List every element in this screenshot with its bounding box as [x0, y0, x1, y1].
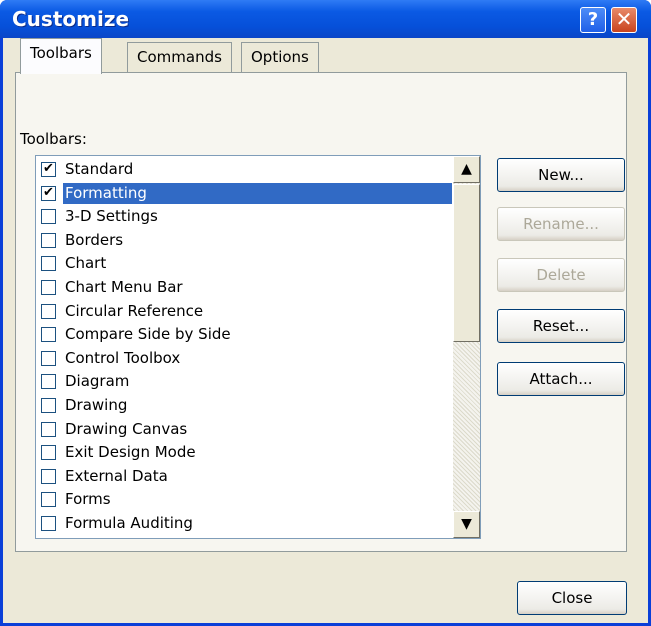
checkbox[interactable] — [41, 516, 56, 531]
list-item[interactable]: Borders — [39, 230, 450, 253]
list-item[interactable]: Diagram — [39, 371, 450, 394]
scroll-up-icon: ▲ — [461, 161, 472, 177]
list-item[interactable]: Control Toolbox — [39, 348, 450, 371]
checkbox[interactable] — [41, 232, 56, 248]
list-item[interactable]: Circular Reference — [39, 301, 450, 324]
tab-commands[interactable]: Commands — [127, 42, 232, 72]
attach-button[interactable]: Attach... — [497, 362, 625, 396]
toolbars-label: Toolbars: — [20, 130, 87, 148]
list-item-label: Chart Menu Bar — [65, 278, 183, 296]
list-item-label: Standard — [65, 160, 134, 178]
list-item-label: Borders — [65, 230, 124, 249]
toolbars-list[interactable]: ✔ Standard ✔ Formatting 3-D Settings Borders C… — [35, 155, 481, 539]
scroll-up-button[interactable]: ▲ — [453, 156, 480, 183]
checkbox[interactable]: ✔ — [41, 162, 56, 177]
list-item-label: Compare Side by Side — [65, 325, 231, 344]
list-item-label: Formatting — [63, 182, 452, 204]
scroll-down-icon: ▼ — [461, 516, 472, 532]
checkbox[interactable] — [41, 445, 56, 461]
list-item-label: 3-D Settings — [65, 207, 158, 226]
list-item[interactable]: External Data — [39, 466, 450, 489]
list-item[interactable]: ✔ Standard — [39, 159, 450, 182]
checkbox[interactable] — [41, 468, 56, 484]
list-item[interactable]: Exit Design Mode — [39, 442, 450, 465]
list-item-label: Drawing Canvas — [65, 419, 188, 438]
tab-toolbars[interactable]: Toolbars — [20, 38, 102, 74]
close-button[interactable]: Close — [517, 581, 627, 615]
list-item-label: Drawing — [65, 396, 128, 414]
checkmark-icon: ✔ — [43, 184, 54, 200]
checkbox[interactable] — [41, 350, 56, 366]
list-item[interactable]: Compare Side by Side — [39, 324, 450, 347]
list-item[interactable]: ✔ Formatting — [39, 182, 452, 206]
close-window-button[interactable]: ✕ — [611, 7, 637, 33]
reset-button[interactable]: Reset... — [497, 309, 625, 343]
checkbox[interactable]: ✔ — [41, 184, 56, 201]
checkbox[interactable] — [41, 398, 56, 413]
checkbox[interactable] — [41, 256, 56, 272]
list-item[interactable]: Forms — [39, 489, 450, 512]
list-item[interactable]: Drawing — [39, 395, 450, 418]
list-item[interactable]: 3-D Settings — [39, 206, 450, 229]
checkbox[interactable] — [41, 421, 56, 437]
list-item-label: Formula Auditing — [65, 514, 193, 532]
list-item[interactable]: Chart — [39, 253, 450, 276]
list-item[interactable]: Formula Auditing — [39, 513, 450, 536]
new-button[interactable]: New... — [497, 158, 625, 192]
list-item-label: Exit Design Mode — [65, 443, 196, 462]
list-item-label: Chart — [65, 254, 107, 273]
list-item-label: Diagram — [65, 372, 130, 391]
list-item[interactable]: Chart Menu Bar — [39, 277, 450, 300]
list-item-label: Control Toolbox — [65, 348, 181, 367]
checkbox[interactable] — [41, 303, 56, 319]
checkbox[interactable] — [41, 327, 56, 343]
help-button[interactable]: ? — [580, 7, 606, 33]
title-bar[interactable]: Customize ? ✕ — [0, 0, 651, 38]
rename-button[interactable]: Rename... — [497, 207, 625, 241]
checkmark-icon: ✔ — [43, 161, 54, 176]
customize-dialog: Customize ? ✕ Toolbars Commands Options … — [0, 0, 651, 626]
checkbox[interactable] — [41, 209, 56, 225]
list-item-label: Circular Reference — [65, 301, 204, 320]
checkbox[interactable] — [41, 280, 56, 295]
delete-button[interactable]: Delete — [497, 258, 625, 292]
scroll-thumb[interactable] — [453, 184, 480, 342]
checkbox[interactable] — [41, 374, 56, 390]
scroll-down-button[interactable]: ▼ — [453, 511, 480, 538]
list-item-label: Forms — [65, 490, 111, 509]
scrollbar[interactable]: ▲ ▼ — [453, 156, 480, 538]
list-item[interactable]: Drawing Canvas — [39, 419, 450, 442]
list-item-label: External Data — [65, 466, 168, 485]
checkbox[interactable] — [41, 492, 56, 508]
tab-options[interactable]: Options — [241, 42, 319, 72]
dialog-title: Customize — [12, 7, 130, 31]
